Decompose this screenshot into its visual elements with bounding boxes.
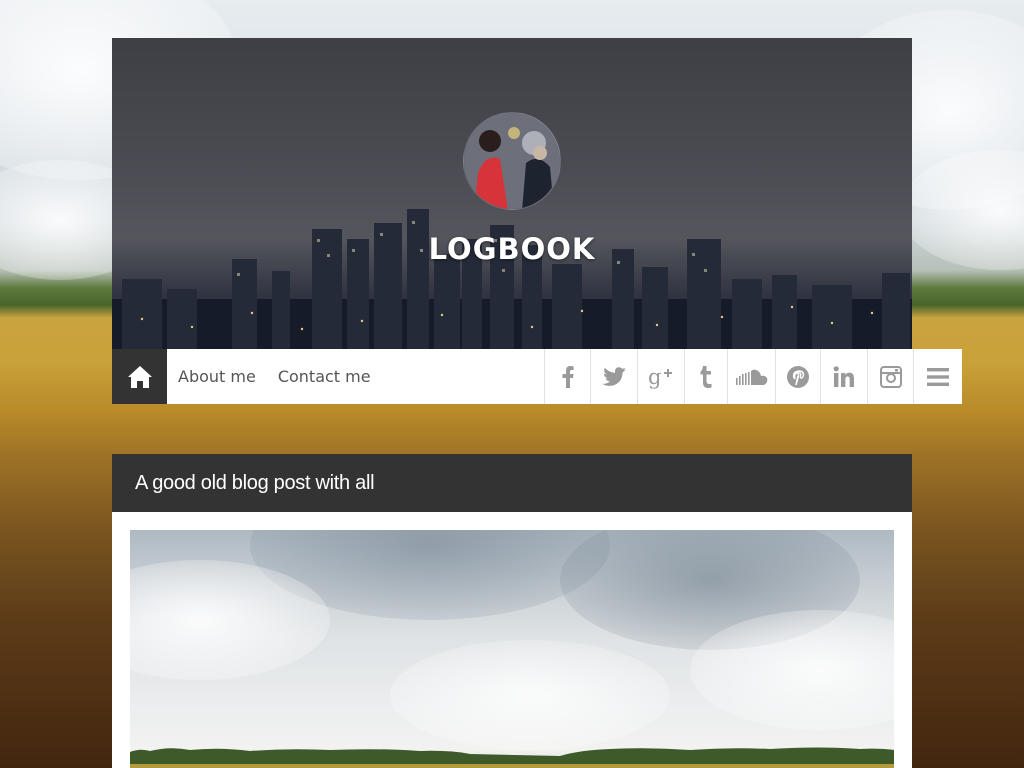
soundcloud-icon (735, 369, 767, 385)
linkedin-link[interactable] (820, 349, 867, 404)
hamburger-menu-icon (927, 367, 949, 386)
instagram-icon (879, 365, 902, 388)
pinterest-link[interactable] (775, 349, 820, 404)
linkedin-icon (833, 365, 854, 387)
tumblr-link[interactable] (684, 349, 727, 404)
soundcloud-link[interactable] (727, 349, 775, 404)
nav-links: About me Contact me (167, 349, 382, 404)
svg-text:g: g (648, 365, 661, 389)
nav-link-contact[interactable]: Contact me (267, 349, 382, 404)
site-title[interactable]: LOGBOOK (112, 232, 912, 266)
nav-link-about[interactable]: About me (167, 349, 267, 404)
social-icons: g (544, 349, 913, 404)
post-body (112, 512, 912, 768)
home-button[interactable] (112, 349, 167, 404)
tumblr-icon (700, 365, 712, 388)
google-plus-link[interactable]: g (637, 349, 684, 404)
facebook-link[interactable] (544, 349, 590, 404)
city-skyline-image (112, 209, 912, 349)
instagram-link[interactable] (867, 349, 913, 404)
avatar (463, 112, 561, 210)
post-featured-image (130, 530, 894, 768)
menu-button[interactable] (913, 349, 962, 404)
pinterest-icon (787, 365, 809, 388)
twitter-link[interactable] (590, 349, 637, 404)
site-header: LOGBOOK (112, 38, 912, 349)
home-icon (127, 365, 152, 388)
google-plus-icon: g (648, 365, 672, 389)
main-navigation: About me Contact me g (112, 349, 962, 404)
twitter-icon (602, 366, 626, 386)
post-title[interactable]: A good old blog post with all (112, 454, 912, 512)
facebook-icon (562, 365, 574, 388)
